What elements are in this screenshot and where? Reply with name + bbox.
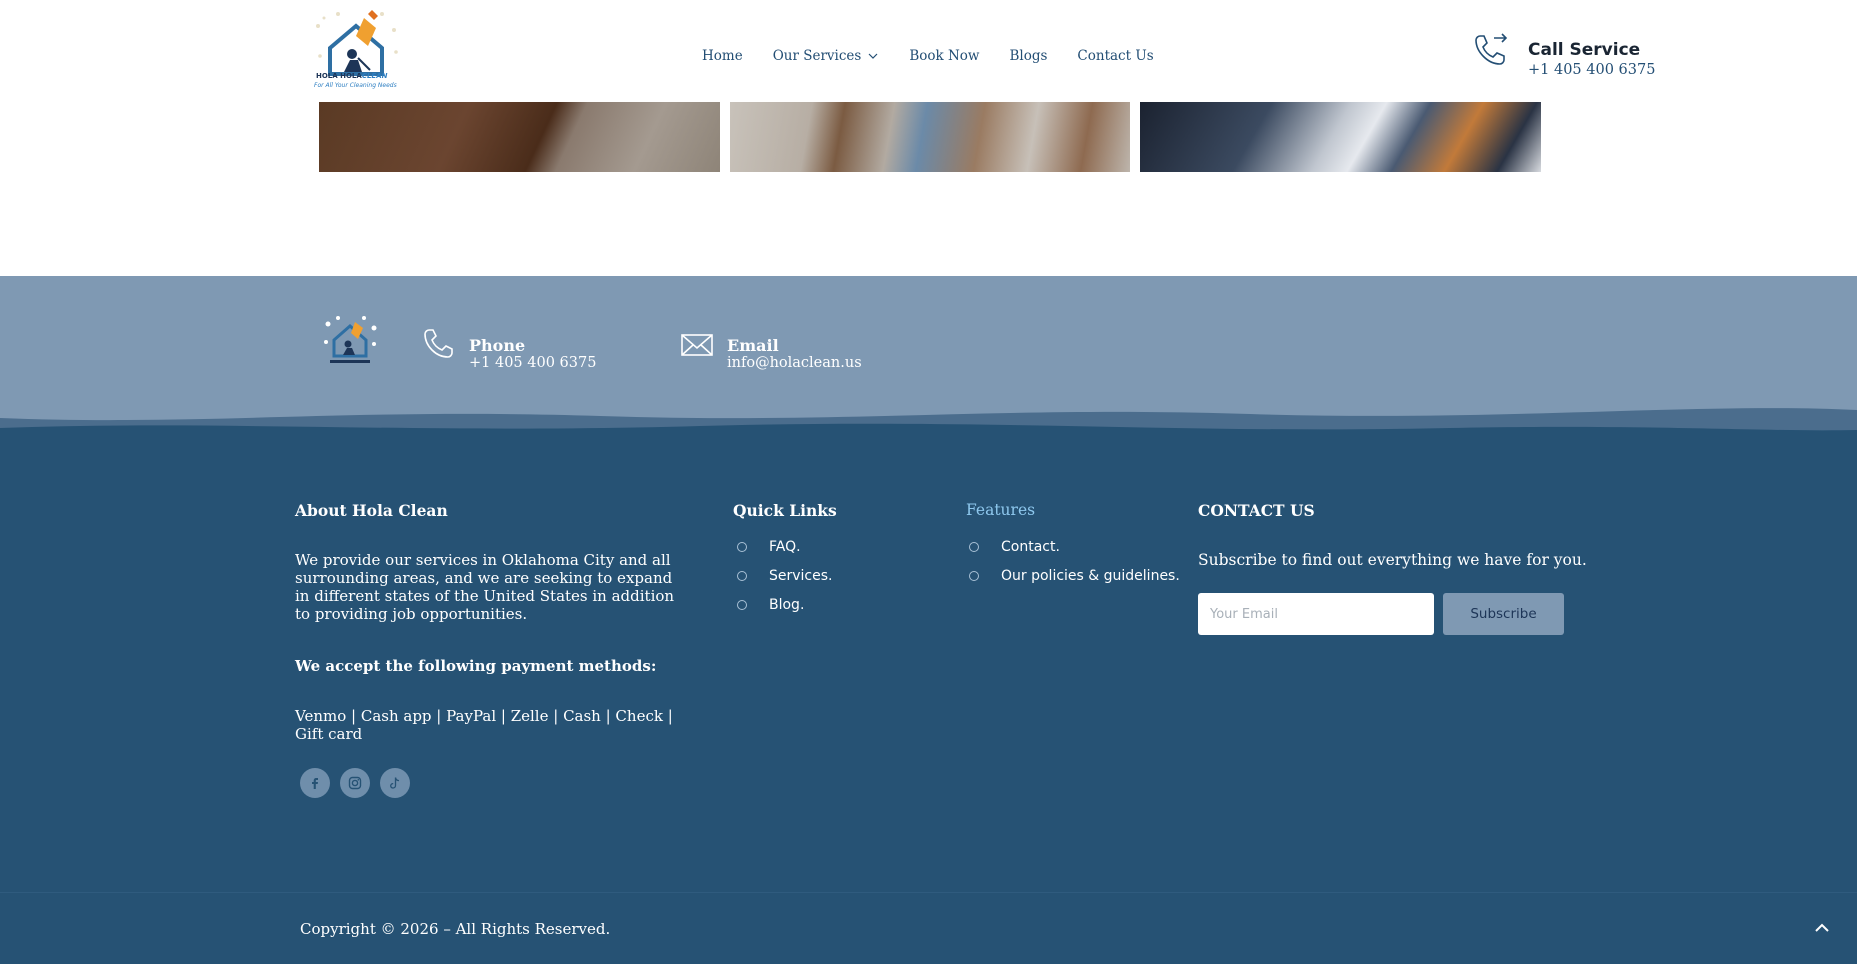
wave-divider [0, 408, 1857, 456]
circle-bullet-icon [737, 599, 747, 610]
feature-link-label: Our policies & guidelines. [1001, 567, 1180, 584]
features-title: Features [966, 501, 1036, 519]
nav-home-label: Home [702, 48, 743, 64]
quick-link-faq[interactable]: FAQ. [735, 532, 833, 561]
phone-icon [424, 329, 453, 358]
copyright-text: Copyright © 2026 – All Rights Reserved. [300, 920, 611, 938]
logo-wordmark: HOLA HOLACLEAN [316, 72, 388, 80]
envelope-icon [681, 334, 713, 356]
social-instagram[interactable] [340, 768, 370, 798]
site-header: HOLA HOLACLEAN For All Your Cleaning Nee… [0, 0, 1857, 102]
nav-our-services-label: Our Services [772, 48, 862, 64]
quick-link-label: Blog. [769, 596, 805, 613]
social-facebook[interactable] [300, 768, 330, 798]
quick-links-list: FAQ. Services. Blog. [735, 532, 833, 619]
contact-us-title: CONTACT US [1198, 501, 1315, 520]
circle-bullet-icon [737, 570, 747, 581]
feature-link-label: Contact. [1001, 538, 1060, 555]
logo-tagline: For All Your Cleaning Needs [314, 82, 397, 89]
tiktok-icon [390, 777, 400, 789]
payment-methods-list: Venmo | Cash app | PayPal | Zelle | Cash… [295, 707, 673, 743]
circle-bullet-icon [969, 570, 979, 581]
social-tiktok[interactable] [380, 768, 410, 798]
nav-book-now[interactable]: Book Now [909, 48, 979, 64]
circle-bullet-icon [737, 541, 747, 552]
nav-contact-us-label: Contact Us [1077, 48, 1154, 64]
features-list: Contact. Our policies & guidelines. [967, 532, 1180, 590]
about-text: We provide our services in Oklahoma City… [295, 551, 675, 623]
footer-bottom-bar [0, 893, 1857, 964]
nav-our-services[interactable]: Our Services [773, 48, 880, 64]
footer-phone-label: Phone [469, 336, 526, 355]
quick-link-services[interactable]: Services. [735, 561, 833, 590]
feature-link-policies[interactable]: Our policies & guidelines. [967, 561, 1180, 590]
subscribe-button[interactable]: Subscribe [1443, 593, 1564, 635]
instagram-icon [348, 776, 362, 790]
call-service-title: Call Service [1528, 40, 1641, 60]
nav-home[interactable]: Home [702, 48, 743, 64]
quick-link-label: Services. [769, 567, 833, 584]
scroll-to-top-icon[interactable] [1812, 918, 1832, 938]
feature-link-contact[interactable]: Contact. [967, 532, 1180, 561]
quick-links-title: Quick Links [733, 501, 837, 520]
nav-blogs-label: Blogs [1009, 48, 1048, 64]
main-nav: Home Our Services Book Now Blogs Contact… [702, 48, 1184, 64]
nav-book-now-label: Book Now [909, 48, 980, 64]
chevron-down-icon [868, 53, 878, 59]
nav-blogs[interactable]: Blogs [1009, 48, 1047, 64]
footer-logo[interactable] [322, 314, 378, 368]
site-footer [0, 440, 1857, 892]
quick-link-label: FAQ. [769, 538, 801, 555]
footer-phone-value[interactable]: +1 405 400 6375 [469, 355, 596, 371]
subscribe-email-input[interactable] [1198, 593, 1434, 635]
nav-contact-us[interactable]: Contact Us [1077, 48, 1153, 64]
footer-email-label: Email [727, 336, 779, 355]
about-title: About Hola Clean [295, 501, 448, 520]
quick-link-blog[interactable]: Blog. [735, 590, 833, 619]
call-service-number: +1 405 400 6375 [1528, 62, 1656, 78]
gallery-image-dining [730, 102, 1130, 172]
gallery-image-sofa [319, 102, 720, 172]
gallery-image-kitchen [1140, 102, 1541, 172]
facebook-icon [312, 778, 318, 789]
payment-methods-title: We accept the following payment methods: [295, 657, 657, 675]
footer-email-value[interactable]: info@holaclean.us [727, 355, 862, 371]
circle-bullet-icon [969, 541, 979, 552]
phone-call-icon [1475, 33, 1508, 65]
subscribe-description: Subscribe to find out everything we have… [1198, 551, 1587, 569]
